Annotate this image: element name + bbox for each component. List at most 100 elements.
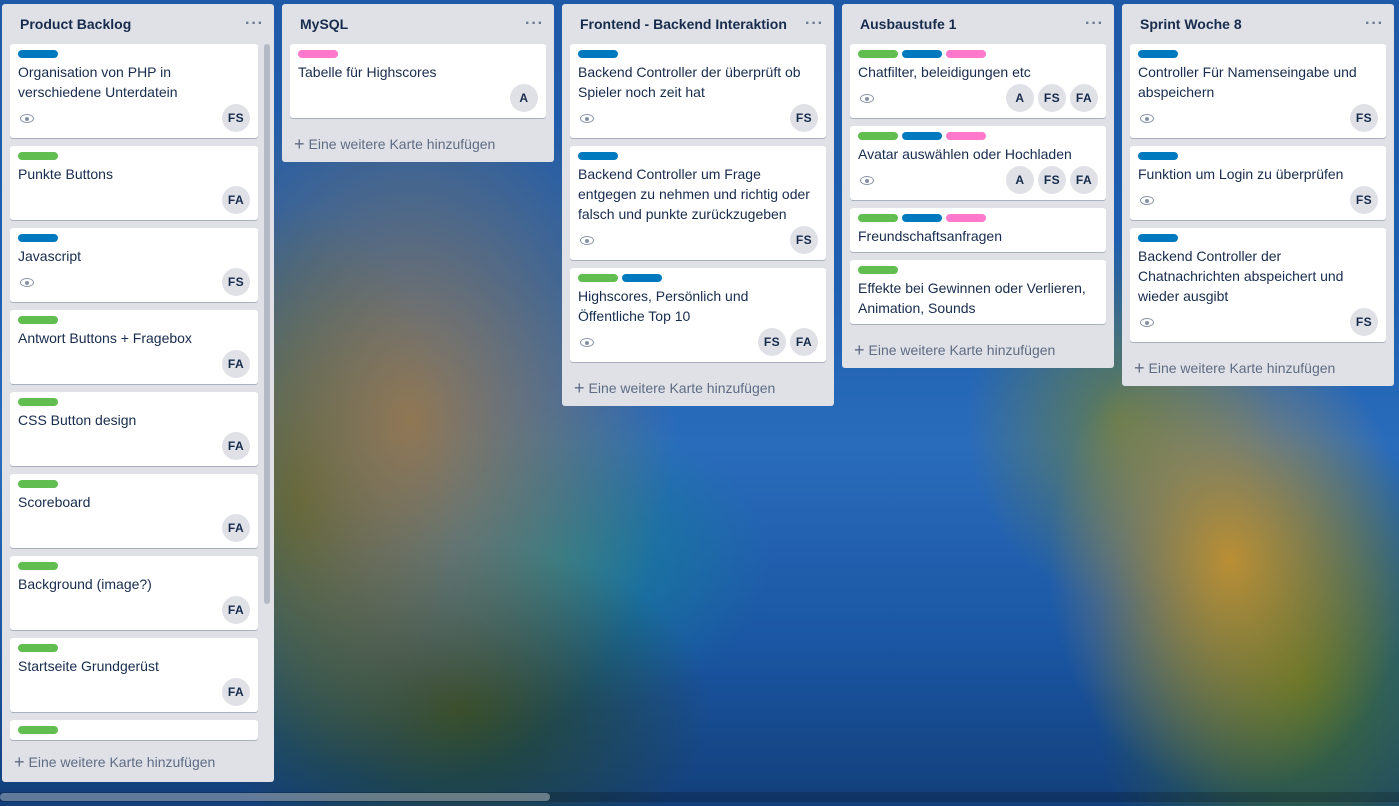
avatar[interactable]: FA <box>1070 84 1098 112</box>
card-labels <box>18 50 250 58</box>
card[interactable]: Background (image?) FA <box>10 556 258 630</box>
card-labels <box>18 726 250 734</box>
list-title[interactable]: Sprint Woche 8 <box>1140 16 1242 32</box>
card[interactable]: Chatfilter, beleidigungen etc A FS FA <box>850 44 1106 118</box>
list-menu-icon[interactable]: ··· <box>805 16 824 32</box>
card[interactable]: Highscores, Persönlich und Öffentliche T… <box>570 268 826 362</box>
watch-eye-icon <box>860 175 874 185</box>
watch-eye-icon <box>1140 317 1154 327</box>
card-title: Javascript <box>18 248 82 264</box>
card[interactable]: Punkte Buttons FA <box>10 146 258 220</box>
list-header[interactable]: Frontend - Backend Interaktion ··· <box>562 4 834 44</box>
add-card-button[interactable]: + Eine weitere Karte hinzufügen <box>562 370 834 406</box>
card[interactable]: CSS Button design FA <box>10 392 258 466</box>
label-blue <box>578 152 618 160</box>
avatar[interactable]: FA <box>222 678 250 706</box>
plus-icon: + <box>294 134 305 154</box>
list-frontend-backend: Frontend - Backend Interaktion ··· Backe… <box>562 4 834 406</box>
card[interactable]: Effekte bei Gewinnen oder Verlieren, Ani… <box>850 260 1106 324</box>
label-green <box>18 480 58 488</box>
card-badges: FS <box>18 104 250 132</box>
label-green <box>18 562 58 570</box>
avatar[interactable]: FA <box>222 432 250 460</box>
card-list: Tabelle für Highscores A <box>282 44 554 118</box>
list-header[interactable]: Product Backlog ··· <box>2 4 274 44</box>
card-list: Chatfilter, beleidigungen etc A FS FA Av <box>842 44 1114 324</box>
list-menu-icon[interactable]: ··· <box>245 16 264 32</box>
avatar[interactable]: FA <box>222 350 250 378</box>
card[interactable]: Backend Controller um Frage entgegen zu … <box>570 146 826 260</box>
label-blue <box>902 214 942 222</box>
card-members: FS <box>1350 308 1378 336</box>
card-members: FA <box>222 678 250 706</box>
plus-icon: + <box>14 752 25 772</box>
add-card-button[interactable]: + Eine weitere Karte hinzufügen <box>2 744 274 780</box>
watch-eye-icon <box>580 337 594 347</box>
list-menu-icon[interactable]: ··· <box>1085 16 1104 32</box>
label-blue <box>902 50 942 58</box>
card-badges: FA <box>18 350 250 378</box>
label-pink <box>298 50 338 58</box>
avatar[interactable]: A <box>1006 84 1034 112</box>
label-blue <box>18 234 58 242</box>
add-card-button[interactable]: + Eine weitere Karte hinzufügen <box>842 332 1114 368</box>
card[interactable]: Funktion um Login zu überprüfen FS <box>1130 146 1386 220</box>
avatar[interactable]: FA <box>222 514 250 542</box>
list-title[interactable]: MySQL <box>300 16 348 32</box>
list-header[interactable]: MySQL ··· <box>282 4 554 44</box>
avatar[interactable]: FS <box>1350 104 1378 132</box>
card[interactable]: Backend Controller der Chatnachrichten a… <box>1130 228 1386 342</box>
avatar[interactable]: FS <box>1038 166 1066 194</box>
scrollbar-thumb[interactable] <box>0 793 550 801</box>
card-title: Antwort Buttons + Fragebox <box>18 330 192 346</box>
avatar[interactable]: A <box>1006 166 1034 194</box>
avatar[interactable]: FA <box>790 328 818 356</box>
card-title: Startseite Grundgerüst <box>18 658 159 674</box>
avatar[interactable]: FS <box>1350 186 1378 214</box>
card-title: Organisation von PHP in verschiedene Unt… <box>18 64 178 100</box>
card-labels <box>858 266 1098 274</box>
avatar[interactable]: A <box>510 84 538 112</box>
card[interactable]: Backend Controller der überprüft ob Spie… <box>570 44 826 138</box>
avatar[interactable]: FS <box>1038 84 1066 112</box>
list-title[interactable]: Ausbaustufe 1 <box>860 16 956 32</box>
list-menu-icon[interactable]: ··· <box>525 16 544 32</box>
avatar[interactable]: FS <box>222 268 250 296</box>
card-members: A FS FA <box>1006 166 1098 194</box>
card-title: Chatfilter, beleidigungen etc <box>858 64 1031 80</box>
card[interactable]: Organisation von PHP in verschiedene Unt… <box>10 44 258 138</box>
label-pink <box>946 132 986 140</box>
board-horizontal-scrollbar[interactable] <box>0 792 1399 802</box>
card[interactable]: Freundschaftsanfragen <box>850 208 1106 252</box>
card-members: FA <box>222 186 250 214</box>
list-header[interactable]: Ausbaustufe 1 ··· <box>842 4 1114 44</box>
add-card-button[interactable]: + Eine weitere Karte hinzufügen <box>282 126 554 162</box>
card[interactable]: Javascript FS <box>10 228 258 302</box>
card[interactable]: Avatar auswählen oder Hochladen A FS FA <box>850 126 1106 200</box>
avatar[interactable]: FS <box>758 328 786 356</box>
card[interactable]: Scoreboard FA <box>10 474 258 548</box>
list-header[interactable]: Sprint Woche 8 ··· <box>1122 4 1394 44</box>
avatar[interactable]: FA <box>222 186 250 214</box>
avatar[interactable]: FS <box>222 104 250 132</box>
list-menu-icon[interactable]: ··· <box>1365 16 1384 32</box>
list-title[interactable]: Product Backlog <box>20 16 131 32</box>
card-partial[interactable] <box>10 720 258 740</box>
card-members: FS <box>222 268 250 296</box>
card-badges: A FS FA <box>858 84 1098 112</box>
label-blue <box>1138 152 1178 160</box>
list-title[interactable]: Frontend - Backend Interaktion <box>580 16 787 32</box>
card[interactable]: Tabelle für Highscores A <box>290 44 546 118</box>
avatar[interactable]: FA <box>1070 166 1098 194</box>
card[interactable]: Controller Für Namenseingabe und abspeic… <box>1130 44 1386 138</box>
avatar[interactable]: FA <box>222 596 250 624</box>
card[interactable]: Startseite Grundgerüst FA <box>10 638 258 712</box>
avatar[interactable]: FS <box>790 104 818 132</box>
avatar[interactable]: FS <box>1350 308 1378 336</box>
avatar[interactable]: FS <box>790 226 818 254</box>
label-green <box>18 316 58 324</box>
card-badges: FS FA <box>578 328 818 356</box>
list-scrollbar[interactable] <box>264 44 270 604</box>
card[interactable]: Antwort Buttons + Fragebox FA <box>10 310 258 384</box>
add-card-button[interactable]: + Eine weitere Karte hinzufügen <box>1122 350 1394 386</box>
